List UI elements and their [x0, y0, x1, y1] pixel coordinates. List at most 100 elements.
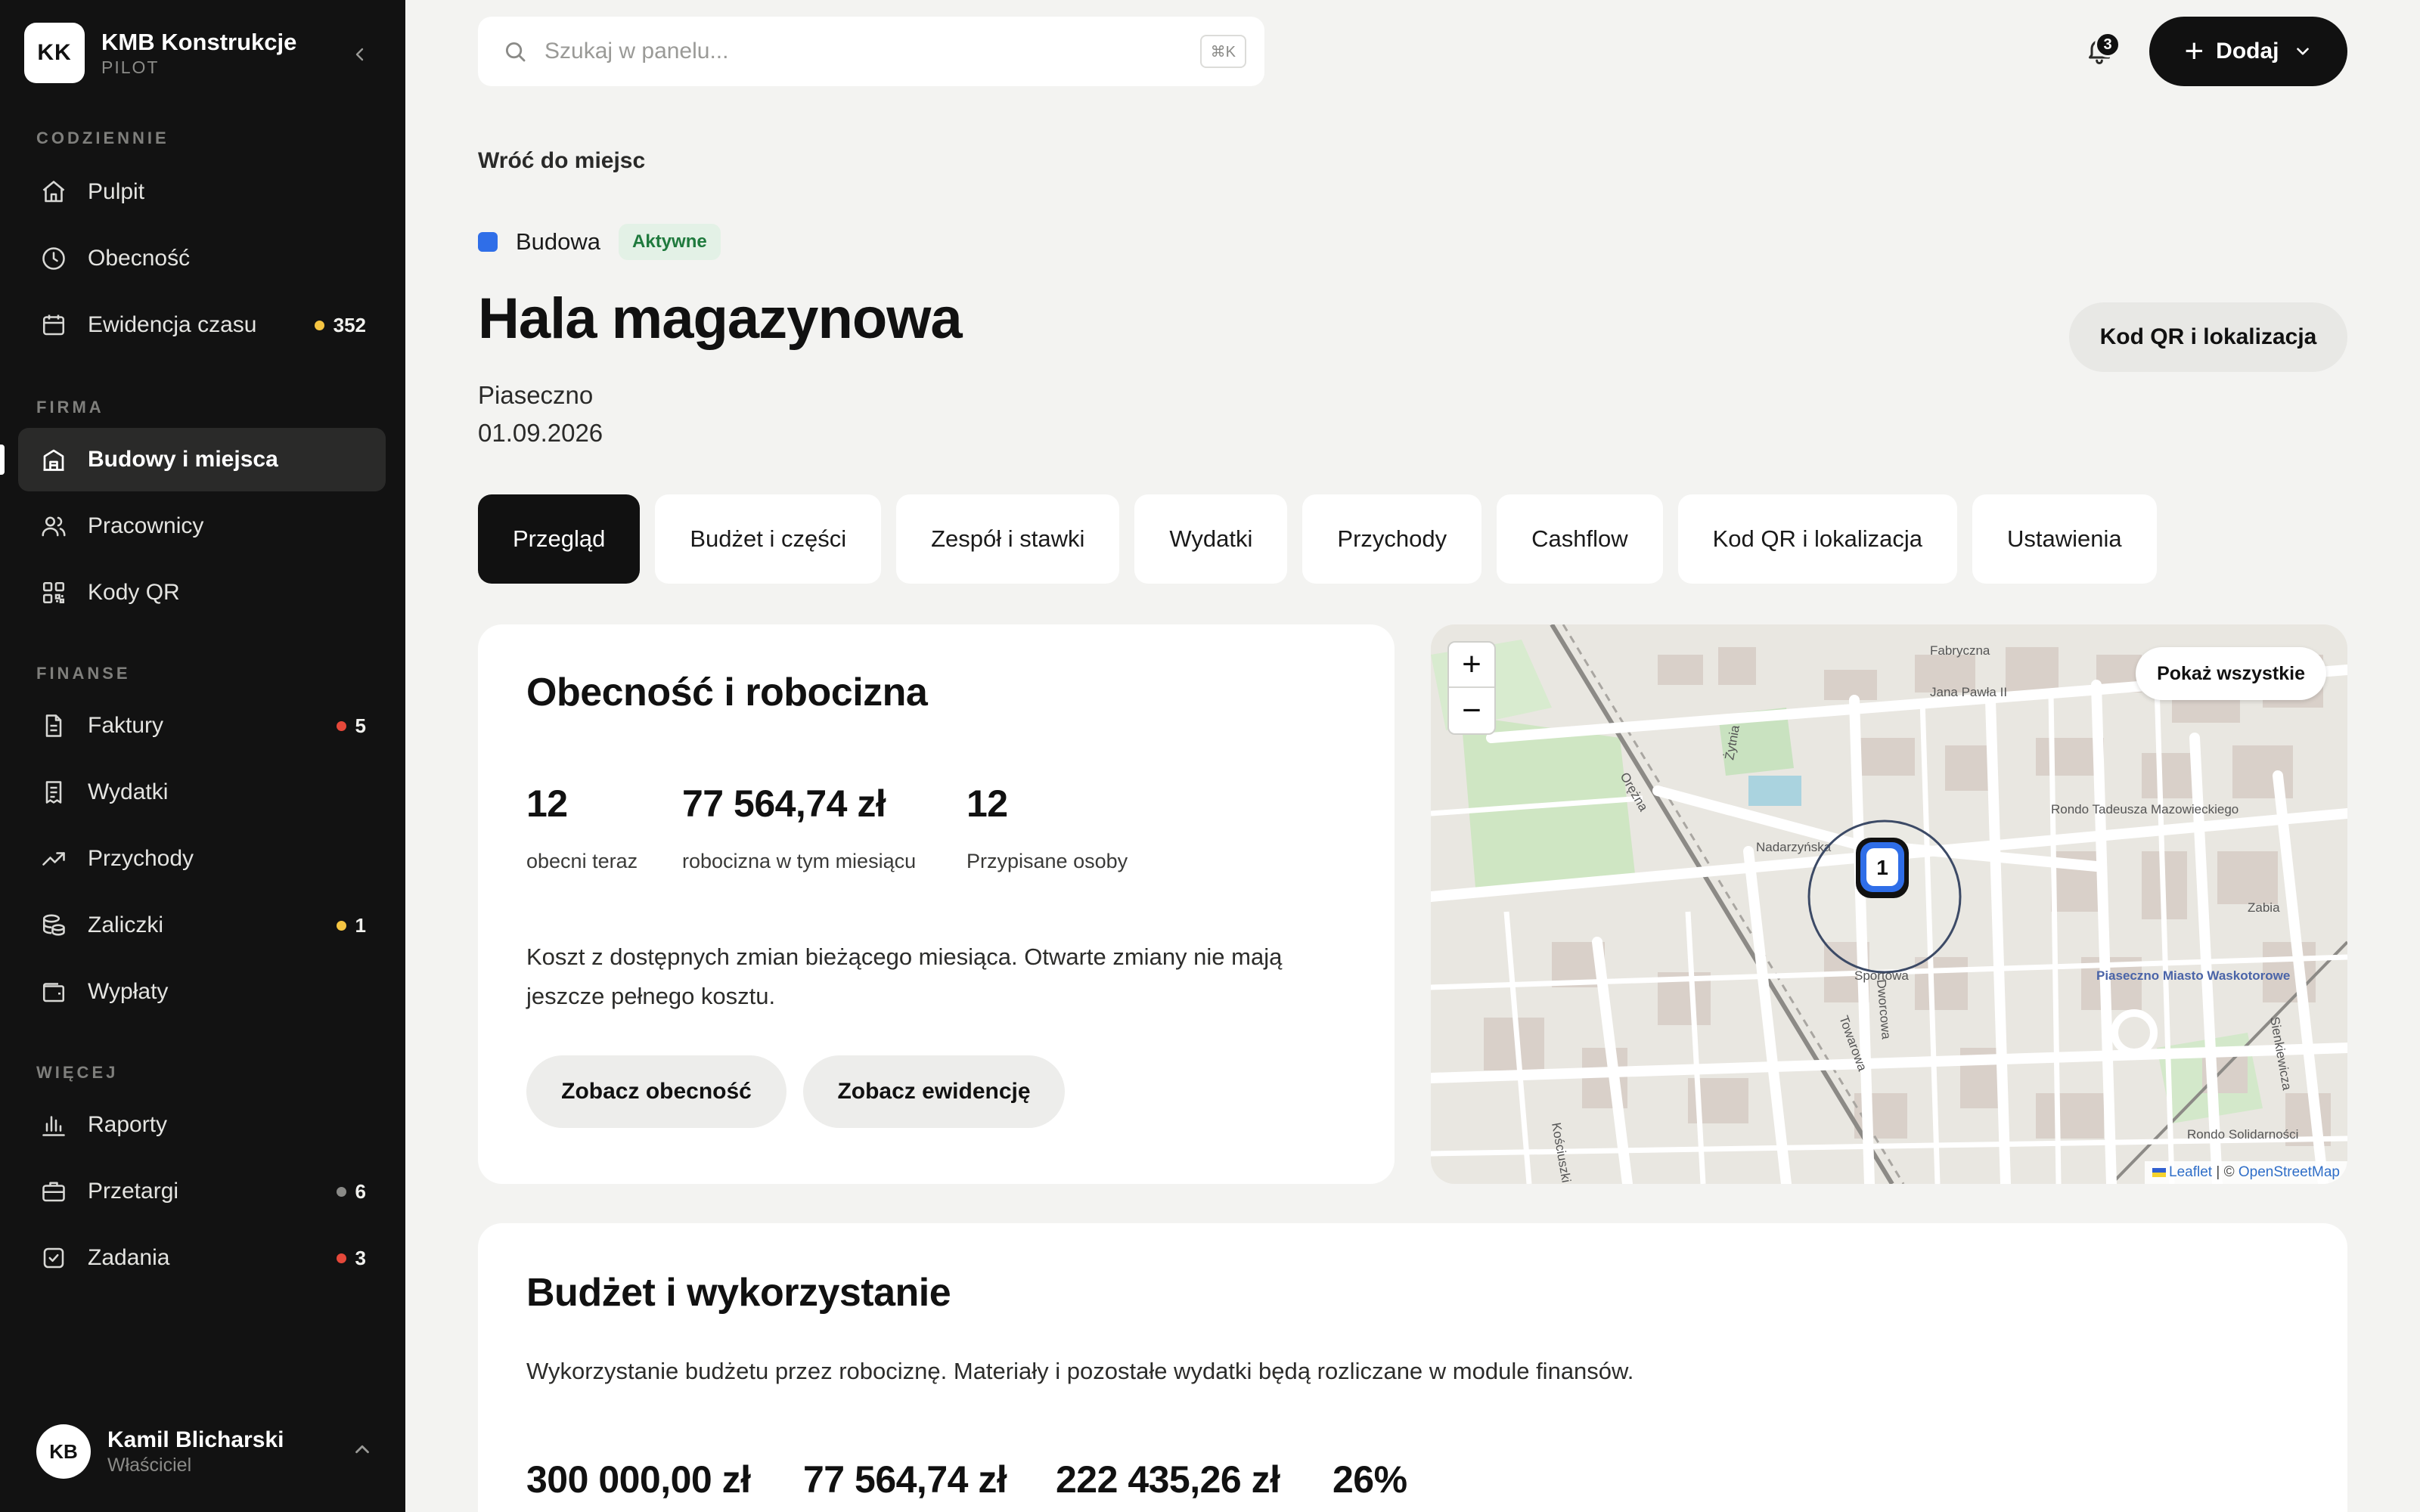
tab-qr-location[interactable]: Kod QR i lokalizacja: [1677, 494, 1958, 584]
stat-present-label: obecni teraz: [526, 850, 638, 872]
sidebar-item-label: Budowy i miejsca: [88, 447, 278, 472]
map-label-rondo-solidarnosci: Rondo Solidarności: [2187, 1127, 2298, 1142]
search-bar[interactable]: ⌘K: [478, 17, 1264, 86]
site-map[interactable]: Jana Pawła II Fabryczna Żytnia Orężna Na…: [1431, 624, 2347, 1184]
tab-settings[interactable]: Ustawienia: [1972, 494, 2157, 584]
show-all-button[interactable]: Pokaż wszystkie: [2136, 647, 2326, 700]
cluster-count: 1: [1876, 856, 1888, 879]
budget-usage-percent: 26%: [1333, 1458, 1407, 1501]
chevron-left-icon: [355, 48, 364, 61]
stat-labor-value: 77 564,74 zł: [682, 782, 886, 825]
zoom-out-button[interactable]: −: [1449, 688, 1494, 733]
cluster-marker[interactable]: 1: [1856, 838, 1909, 898]
search-icon: [505, 42, 526, 62]
map-label-nadarzynska: Nadarzyńska: [1756, 840, 1832, 854]
user-role: Właściciel: [107, 1455, 192, 1476]
brand-plan: PILOT: [101, 57, 160, 77]
trend-up-icon: [38, 843, 70, 875]
sidebar-item-label: Zaliczki: [88, 912, 164, 937]
sidebar-item-employees[interactable]: Pracownicy: [18, 494, 386, 558]
sidebar-item-label: Przetargi: [88, 1179, 179, 1204]
view-attendance-button[interactable]: Zobacz obecność: [526, 1055, 786, 1128]
attendance-title: Obecność i robocizna: [526, 671, 928, 714]
sidebar-item-label: Przychody: [88, 846, 194, 871]
sidebar-item-label: Pulpit: [88, 179, 145, 204]
chevron-down-icon: [2296, 48, 2309, 55]
coins-icon: [38, 909, 70, 941]
budget-description: Wykorzystanie budżetu przez robociznę. M…: [526, 1358, 1634, 1384]
sidebar-item-label: Faktury: [88, 713, 164, 738]
tab-budget[interactable]: Budżet i części: [655, 494, 882, 584]
invoice-icon: [38, 710, 70, 742]
sidebar-item-label: Kody QR: [88, 580, 180, 605]
site-type-label: Budowa: [516, 228, 601, 255]
stat-assigned-value: 12: [966, 782, 1008, 825]
qr-location-button[interactable]: Kod QR i lokalizacja: [2069, 302, 2347, 372]
receipt-icon: [38, 776, 70, 808]
leaflet-link[interactable]: Leaflet: [2169, 1164, 2212, 1180]
sidebar-item-expenses[interactable]: Wydatki: [18, 761, 386, 824]
back-link[interactable]: Wróć do miejsc: [478, 148, 645, 174]
add-button-label: Dodaj: [2216, 39, 2279, 64]
home-icon: [38, 176, 70, 208]
sidebar-item-tasks[interactable]: Zadania 3: [18, 1226, 386, 1290]
sidebar-item-tenders[interactable]: Przetargi 6: [18, 1160, 386, 1223]
sidebar-item-label: Raporty: [88, 1112, 168, 1137]
sidebar-item-label: Wypłaty: [88, 979, 169, 1004]
sidebar-item-time-tracking[interactable]: Ewidencja czasu 352: [18, 293, 386, 357]
ukraine-flag-icon: [2152, 1167, 2167, 1177]
sidebar-item-label: Pracownicy: [88, 513, 204, 538]
sidebar-item-invoices[interactable]: Faktury 5: [18, 694, 386, 758]
map-label-waskotorowe: Piaseczno Miasto Waskotorowe: [2096, 968, 2290, 983]
site-type-color: [478, 232, 498, 252]
tab-cashflow[interactable]: Cashflow: [1497, 494, 1663, 584]
chevron-up-icon: [355, 1445, 369, 1454]
tab-overview[interactable]: Przegląd: [478, 494, 641, 584]
section-label-daily: CODZIENNIE: [36, 129, 169, 147]
sidebar-item-label: Obecność: [88, 246, 191, 271]
sidebar: KK KMB Konstrukcje PILOT CODZIENNIE FIRM…: [0, 0, 405, 1512]
building-icon: [38, 444, 70, 476]
tab-team[interactable]: Zespół i stawki: [896, 494, 1120, 584]
brand[interactable]: KK KMB Konstrukcje PILOT: [24, 23, 296, 83]
tab-expenses[interactable]: Wydatki: [1134, 494, 1288, 584]
stat-labor-label: robocizna w tym miesiącu: [682, 850, 917, 872]
time-tracking-badge: 352: [314, 314, 366, 337]
sidebar-item-attendance[interactable]: Obecność: [18, 227, 386, 290]
osm-link[interactable]: OpenStreetMap: [2238, 1164, 2340, 1180]
collapse-sidebar-button[interactable]: [345, 39, 375, 70]
map-tiles: Jana Pawła II Fabryczna Żytnia Orężna Na…: [1431, 624, 2347, 1184]
sidebar-item-qr-codes[interactable]: Kody QR: [18, 561, 386, 624]
map-label-fabryczna: Fabryczna: [1930, 643, 1990, 658]
view-timesheet-button[interactable]: Zobacz ewidencję: [803, 1055, 1065, 1128]
site-date: 01.09.2026: [478, 419, 603, 447]
briefcase-icon: [38, 1176, 70, 1207]
sidebar-item-advances[interactable]: Zaliczki 1: [18, 894, 386, 957]
checkbox-icon: [38, 1242, 70, 1274]
attendance-card: Obecność i robocizna 12 obecni teraz 77 …: [478, 624, 1395, 1184]
zoom-controls: + −: [1447, 641, 1496, 735]
map-label-rondo-mazowieckiego: Rondo Tadeusza Mazowieckiego: [2051, 802, 2238, 816]
budget-card: Budżet i wykorzystanie Wykorzystanie bud…: [478, 1223, 2347, 1512]
sidebar-item-sites[interactable]: Budowy i miejsca: [0, 428, 386, 491]
calendar-icon: [38, 309, 70, 341]
search-input[interactable]: [544, 39, 1150, 64]
bar-chart-icon: [38, 1109, 70, 1141]
sidebar-item-payouts[interactable]: Wypłaty: [18, 960, 386, 1024]
user-menu[interactable]: KB Kamil Blicharski Właściciel: [36, 1424, 381, 1479]
page-title: Hala magazynowa: [478, 287, 963, 351]
brand-name: KMB Konstrukcje: [101, 29, 297, 55]
users-icon: [38, 510, 70, 542]
budget-total: 300 000,00 zł: [526, 1458, 751, 1501]
stat-assigned-label: Przypisane osoby: [966, 850, 1128, 872]
sidebar-item-reports[interactable]: Raporty: [18, 1093, 386, 1157]
tasks-badge: 3: [336, 1247, 366, 1270]
tab-revenue[interactable]: Przychody: [1302, 494, 1482, 584]
site-city: Piaseczno: [478, 381, 594, 409]
map-label-jana-pawla: Jana Pawła II: [1930, 685, 2007, 699]
sidebar-item-dashboard[interactable]: Pulpit: [18, 160, 386, 224]
sidebar-item-revenue[interactable]: Przychody: [18, 827, 386, 891]
zoom-in-button[interactable]: +: [1449, 643, 1494, 688]
add-button[interactable]: + Dodaj: [2149, 17, 2347, 86]
map-label-zabia: Zabia: [2248, 900, 2280, 915]
